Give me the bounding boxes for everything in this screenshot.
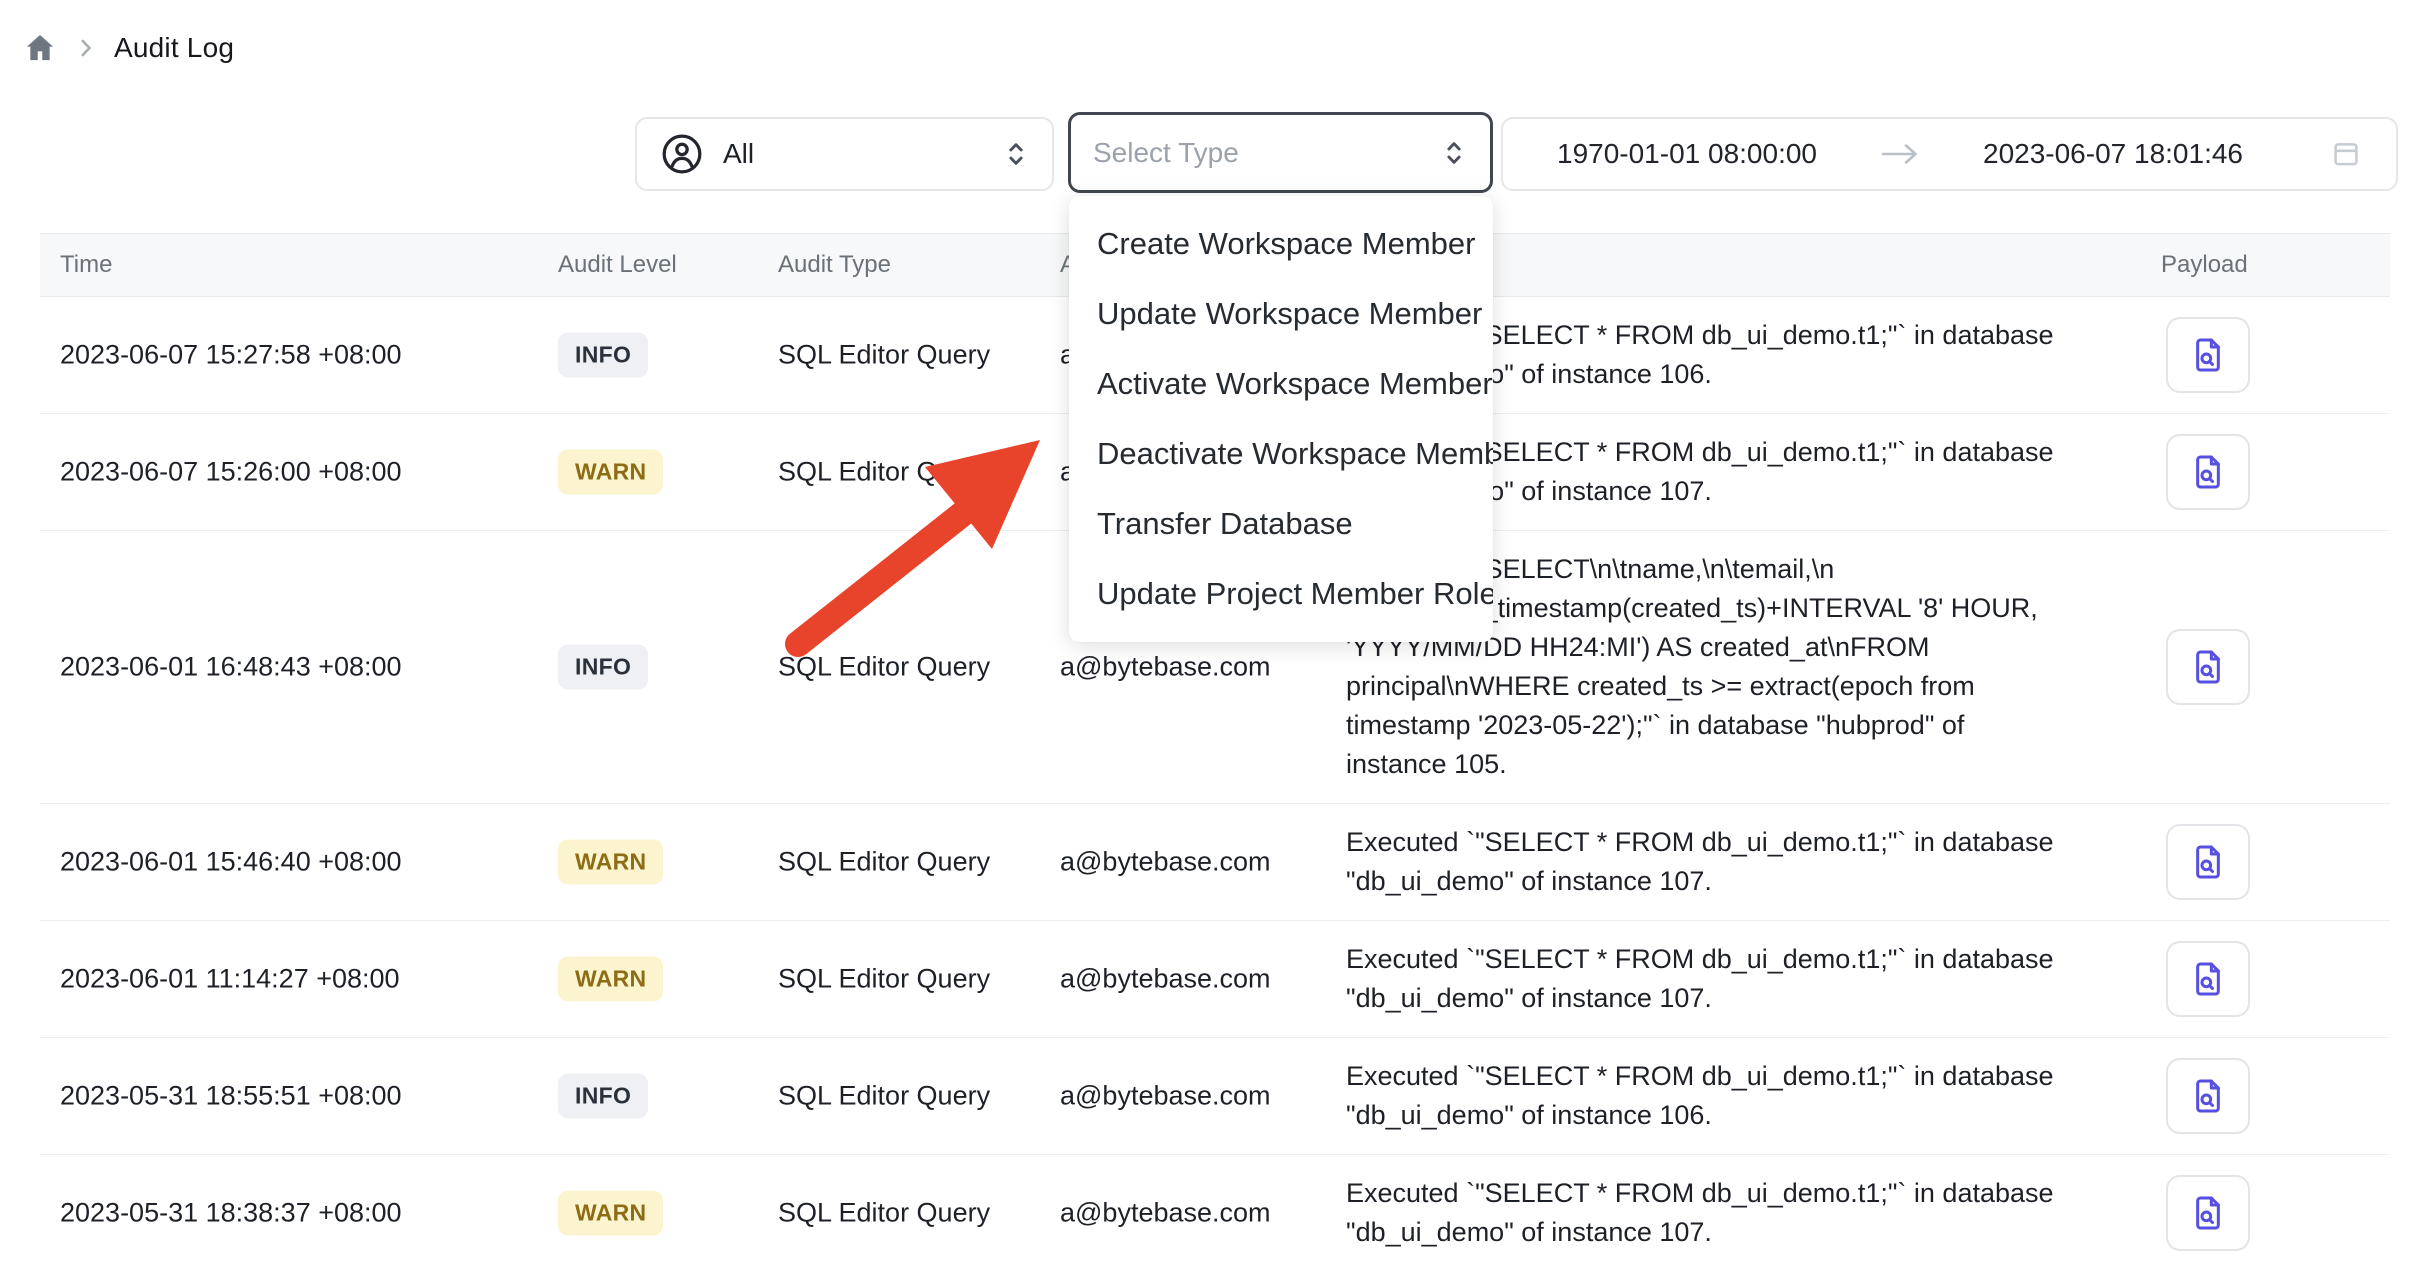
table-row: 2023-05-31 18:38:37 +08:00 WARN SQL Editor… xyxy=(40,1155,2390,1268)
updown-chevrons-icon xyxy=(1002,138,1030,170)
page-title: Audit Log xyxy=(114,32,234,64)
column-header-time: Time xyxy=(60,234,112,296)
type-option-4[interactable]: Deactivate Workspace Member xyxy=(1069,419,1493,489)
type-dropdown-menu: Create Workspace MemberUpdate Workspace … xyxy=(1069,196,1493,642)
time-cell: 2023-06-01 16:48:43 +08:00 xyxy=(60,652,402,683)
audit-log-page: Audit Log All Select Type 1970-01-01 08:… xyxy=(0,0,2410,1268)
file-search-icon xyxy=(2188,959,2228,999)
breadcrumb: Audit Log xyxy=(22,26,234,70)
payload-view-button[interactable] xyxy=(2166,1175,2250,1251)
comment-cell: Executed `"SELECT * FROM db_ui_demo.t1;"… xyxy=(1346,1155,2130,1268)
actor-cell: a@bytebase.com xyxy=(1060,1198,1271,1229)
time-cell: 2023-05-31 18:55:51 +08:00 xyxy=(60,1081,402,1112)
comment-cell: Executed `"SELECT * FROM db_ui_demo.t1;"… xyxy=(1346,921,2130,1037)
type-option-3[interactable]: Activate Workspace Member xyxy=(1069,349,1493,419)
actor-cell: a@bytebase.com xyxy=(1060,847,1271,878)
table-row: 2023-06-01 15:46:40 +08:00 WARN SQL Editor… xyxy=(40,804,2390,921)
home-icon[interactable] xyxy=(22,30,58,66)
payload-view-button[interactable] xyxy=(2166,629,2250,705)
type-filter-placeholder: Select Type xyxy=(1093,137,1239,169)
column-header-payload: Payload xyxy=(2161,234,2248,296)
audit-type-cell: SQL Editor Query xyxy=(778,1081,990,1112)
type-filter-select[interactable]: Select Type xyxy=(1068,112,1493,193)
payload-view-button[interactable] xyxy=(2166,941,2250,1017)
actor-filter-value: All xyxy=(723,138,754,170)
file-search-icon xyxy=(2188,1076,2228,1116)
actor-cell: a@bytebase.com xyxy=(1060,652,1271,683)
type-option-1[interactable]: Create Workspace Member xyxy=(1069,209,1493,279)
audit-type-cell: SQL Editor Query xyxy=(778,457,990,488)
date-range-picker[interactable]: 1970-01-01 08:00:00 2023-06-07 18:01:46 xyxy=(1501,117,2398,191)
date-range-end: 2023-06-07 18:01:46 xyxy=(1983,138,2243,170)
time-cell: 2023-06-01 15:46:40 +08:00 xyxy=(60,847,402,878)
time-cell: 2023-06-07 15:27:58 +08:00 xyxy=(60,340,402,371)
audit-type-cell: SQL Editor Query xyxy=(778,1198,990,1229)
comment-cell: Executed `"SELECT * FROM db_ui_demo.t1;"… xyxy=(1346,1038,2130,1154)
audit-type-cell: SQL Editor Query xyxy=(778,964,990,995)
time-cell: 2023-05-31 18:38:37 +08:00 xyxy=(60,1198,402,1229)
audit-type-cell: SQL Editor Query xyxy=(778,652,990,683)
audit-level-badge: WARN xyxy=(558,840,663,885)
type-option-6[interactable]: Update Project Member Role xyxy=(1069,559,1493,629)
time-cell: 2023-06-01 11:14:27 +08:00 xyxy=(60,964,400,995)
audit-level-badge: INFO xyxy=(558,333,648,378)
chevron-right-icon xyxy=(72,34,100,62)
audit-level-badge: INFO xyxy=(558,645,648,690)
column-header-level: Audit Level xyxy=(558,234,677,296)
column-header-type: Audit Type xyxy=(778,234,891,296)
payload-view-button[interactable] xyxy=(2166,824,2250,900)
audit-level-badge: INFO xyxy=(558,1074,648,1119)
actor-cell: a@bytebase.com xyxy=(1060,964,1271,995)
file-search-icon xyxy=(2188,647,2228,687)
audit-level-badge: WARN xyxy=(558,957,663,1002)
date-range-start: 1970-01-01 08:00:00 xyxy=(1557,138,1817,170)
calendar-icon xyxy=(2330,138,2362,170)
file-search-icon xyxy=(2188,842,2228,882)
person-circle-icon xyxy=(659,131,705,177)
audit-type-cell: SQL Editor Query xyxy=(778,847,990,878)
table-row: 2023-05-31 18:55:51 +08:00 INFO SQL Editor… xyxy=(40,1038,2390,1155)
updown-chevrons-icon xyxy=(1440,137,1468,169)
payload-view-button[interactable] xyxy=(2166,317,2250,393)
actor-filter-select[interactable]: All xyxy=(635,117,1054,191)
comment-cell: Executed `"SELECT * FROM db_ui_demo.t1;"… xyxy=(1346,804,2130,920)
audit-level-badge: WARN xyxy=(558,450,663,495)
type-option-5[interactable]: Transfer Database xyxy=(1069,489,1493,559)
actor-cell: a@bytebase.com xyxy=(1060,1081,1271,1112)
payload-view-button[interactable] xyxy=(2166,1058,2250,1134)
audit-level-badge: WARN xyxy=(558,1191,663,1236)
file-search-icon xyxy=(2188,452,2228,492)
file-search-icon xyxy=(2188,1193,2228,1233)
time-cell: 2023-06-07 15:26:00 +08:00 xyxy=(60,457,402,488)
type-option-2[interactable]: Update Workspace Member xyxy=(1069,279,1493,349)
file-search-icon xyxy=(2188,335,2228,375)
arrow-right-icon xyxy=(1879,139,1921,169)
payload-view-button[interactable] xyxy=(2166,434,2250,510)
audit-type-cell: SQL Editor Query xyxy=(778,340,990,371)
table-row: 2023-06-01 11:14:27 +08:00 WARN SQL Editor… xyxy=(40,921,2390,1038)
